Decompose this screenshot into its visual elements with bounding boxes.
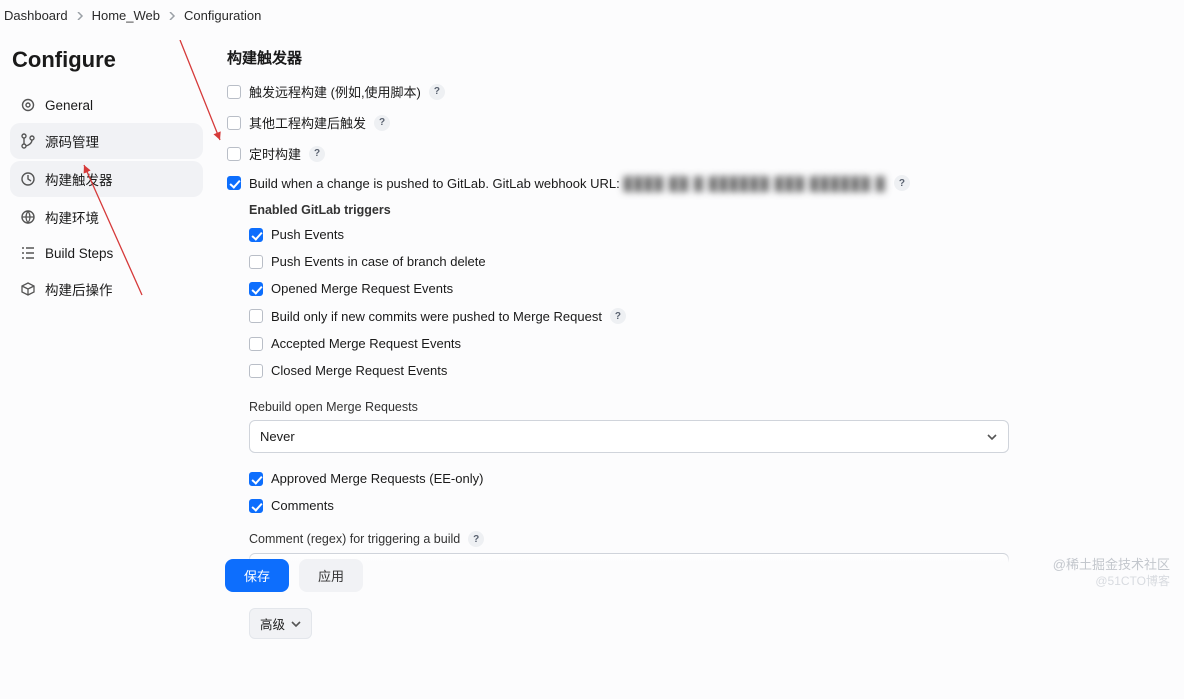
help-icon[interactable]: ?: [429, 84, 445, 100]
label-opened-mr: Opened Merge Request Events: [271, 281, 453, 296]
section-title: 构建触发器: [227, 47, 1160, 68]
page-title: Configure: [10, 35, 203, 89]
gear-icon: [20, 97, 36, 113]
checkbox-build-only-new[interactable]: [249, 309, 263, 323]
footer-bar: 保存 应用: [225, 554, 1184, 597]
checkbox-closed-mr[interactable]: [249, 364, 263, 378]
branch-icon: [20, 133, 36, 149]
checkbox-push-events[interactable]: [249, 228, 263, 242]
label-remote-trigger: 触发远程构建 (例如,使用脚本): [249, 82, 421, 101]
label-push-events: Push Events: [271, 227, 344, 242]
label-after-other: 其他工程构建后触发: [249, 113, 366, 132]
list-icon: [20, 245, 36, 261]
sidebar-item-label: 构建触发器: [45, 169, 113, 189]
sidebar-item-label: 构建后操作: [45, 279, 113, 299]
checkbox-approved-mr[interactable]: [249, 472, 263, 486]
checkbox-comments[interactable]: [249, 499, 263, 513]
gitlab-subhead: Enabled GitLab triggers: [249, 203, 1160, 217]
label-accepted-mr: Accepted Merge Request Events: [271, 336, 461, 351]
label-comments: Comments: [271, 498, 334, 513]
checkbox-remote-trigger[interactable]: [227, 85, 241, 99]
chevron-right-icon: [168, 12, 176, 20]
breadcrumb-project[interactable]: Home_Web: [92, 8, 160, 23]
advanced-label: 高级: [260, 614, 285, 633]
gitlab-webhook-url: ████ ██ █ ██████ ███ ██████ █: [623, 176, 886, 191]
sidebar-item-label: General: [45, 98, 93, 113]
label-closed-mr: Closed Merge Request Events: [271, 363, 447, 378]
chevron-down-icon: [986, 431, 998, 443]
advanced-button[interactable]: 高级: [249, 608, 312, 639]
checkbox-gitlab[interactable]: [227, 176, 241, 190]
rebuild-select[interactable]: Never: [249, 420, 1009, 453]
help-icon[interactable]: ?: [374, 115, 390, 131]
checkbox-opened-mr[interactable]: [249, 282, 263, 296]
globe-icon: [20, 209, 36, 225]
help-icon[interactable]: ?: [468, 531, 484, 547]
sidebar-item-label: 构建环境: [45, 207, 99, 227]
label-push-delete: Push Events in case of branch delete: [271, 254, 486, 269]
sidebar-item-triggers[interactable]: 构建触发器: [10, 161, 203, 197]
clock-icon: [20, 171, 36, 187]
sidebar-item-label: Build Steps: [45, 246, 113, 261]
label-approved-mr: Approved Merge Requests (EE-only): [271, 471, 483, 486]
checkbox-timer[interactable]: [227, 147, 241, 161]
sidebar-item-scm[interactable]: 源码管理: [10, 123, 203, 159]
label-build-only-new: Build only if new commits were pushed to…: [271, 309, 602, 324]
chevron-down-icon: [291, 619, 301, 629]
checkbox-accepted-mr[interactable]: [249, 337, 263, 351]
sidebar-item-steps[interactable]: Build Steps: [10, 237, 203, 269]
checkbox-push-delete[interactable]: [249, 255, 263, 269]
help-icon[interactable]: ?: [309, 146, 325, 162]
label-gitlab: Build when a change is pushed to GitLab.…: [249, 176, 886, 191]
save-button[interactable]: 保存: [225, 559, 289, 592]
sidebar-item-env[interactable]: 构建环境: [10, 199, 203, 235]
breadcrumb: Dashboard Home_Web Configuration: [0, 0, 1184, 35]
sidebar: Configure General 源码管理 构建触发器 构建环境 Build …: [0, 35, 215, 699]
content-area: 构建触发器 触发远程构建 (例如,使用脚本) ? 其他工程构建后触发 ? 定时构…: [215, 35, 1184, 699]
chevron-right-icon: [76, 12, 84, 20]
rebuild-value: Never: [260, 429, 295, 444]
checkbox-after-other[interactable]: [227, 116, 241, 130]
comment-regex-label: Comment (regex) for triggering a build: [249, 532, 460, 546]
sidebar-item-label: 源码管理: [45, 131, 99, 151]
apply-button[interactable]: 应用: [299, 559, 363, 592]
label-timer: 定时构建: [249, 144, 301, 163]
breadcrumb-configuration[interactable]: Configuration: [184, 8, 261, 23]
help-icon[interactable]: ?: [894, 175, 910, 191]
sidebar-item-general[interactable]: General: [10, 89, 203, 121]
watermark: @51CTO博客: [1095, 572, 1170, 589]
package-icon: [20, 281, 36, 297]
rebuild-label: Rebuild open Merge Requests: [249, 400, 1160, 414]
breadcrumb-dashboard[interactable]: Dashboard: [4, 8, 68, 23]
help-icon[interactable]: ?: [610, 308, 626, 324]
watermark: @稀土掘金技术社区: [1053, 554, 1170, 573]
sidebar-item-post[interactable]: 构建后操作: [10, 271, 203, 307]
